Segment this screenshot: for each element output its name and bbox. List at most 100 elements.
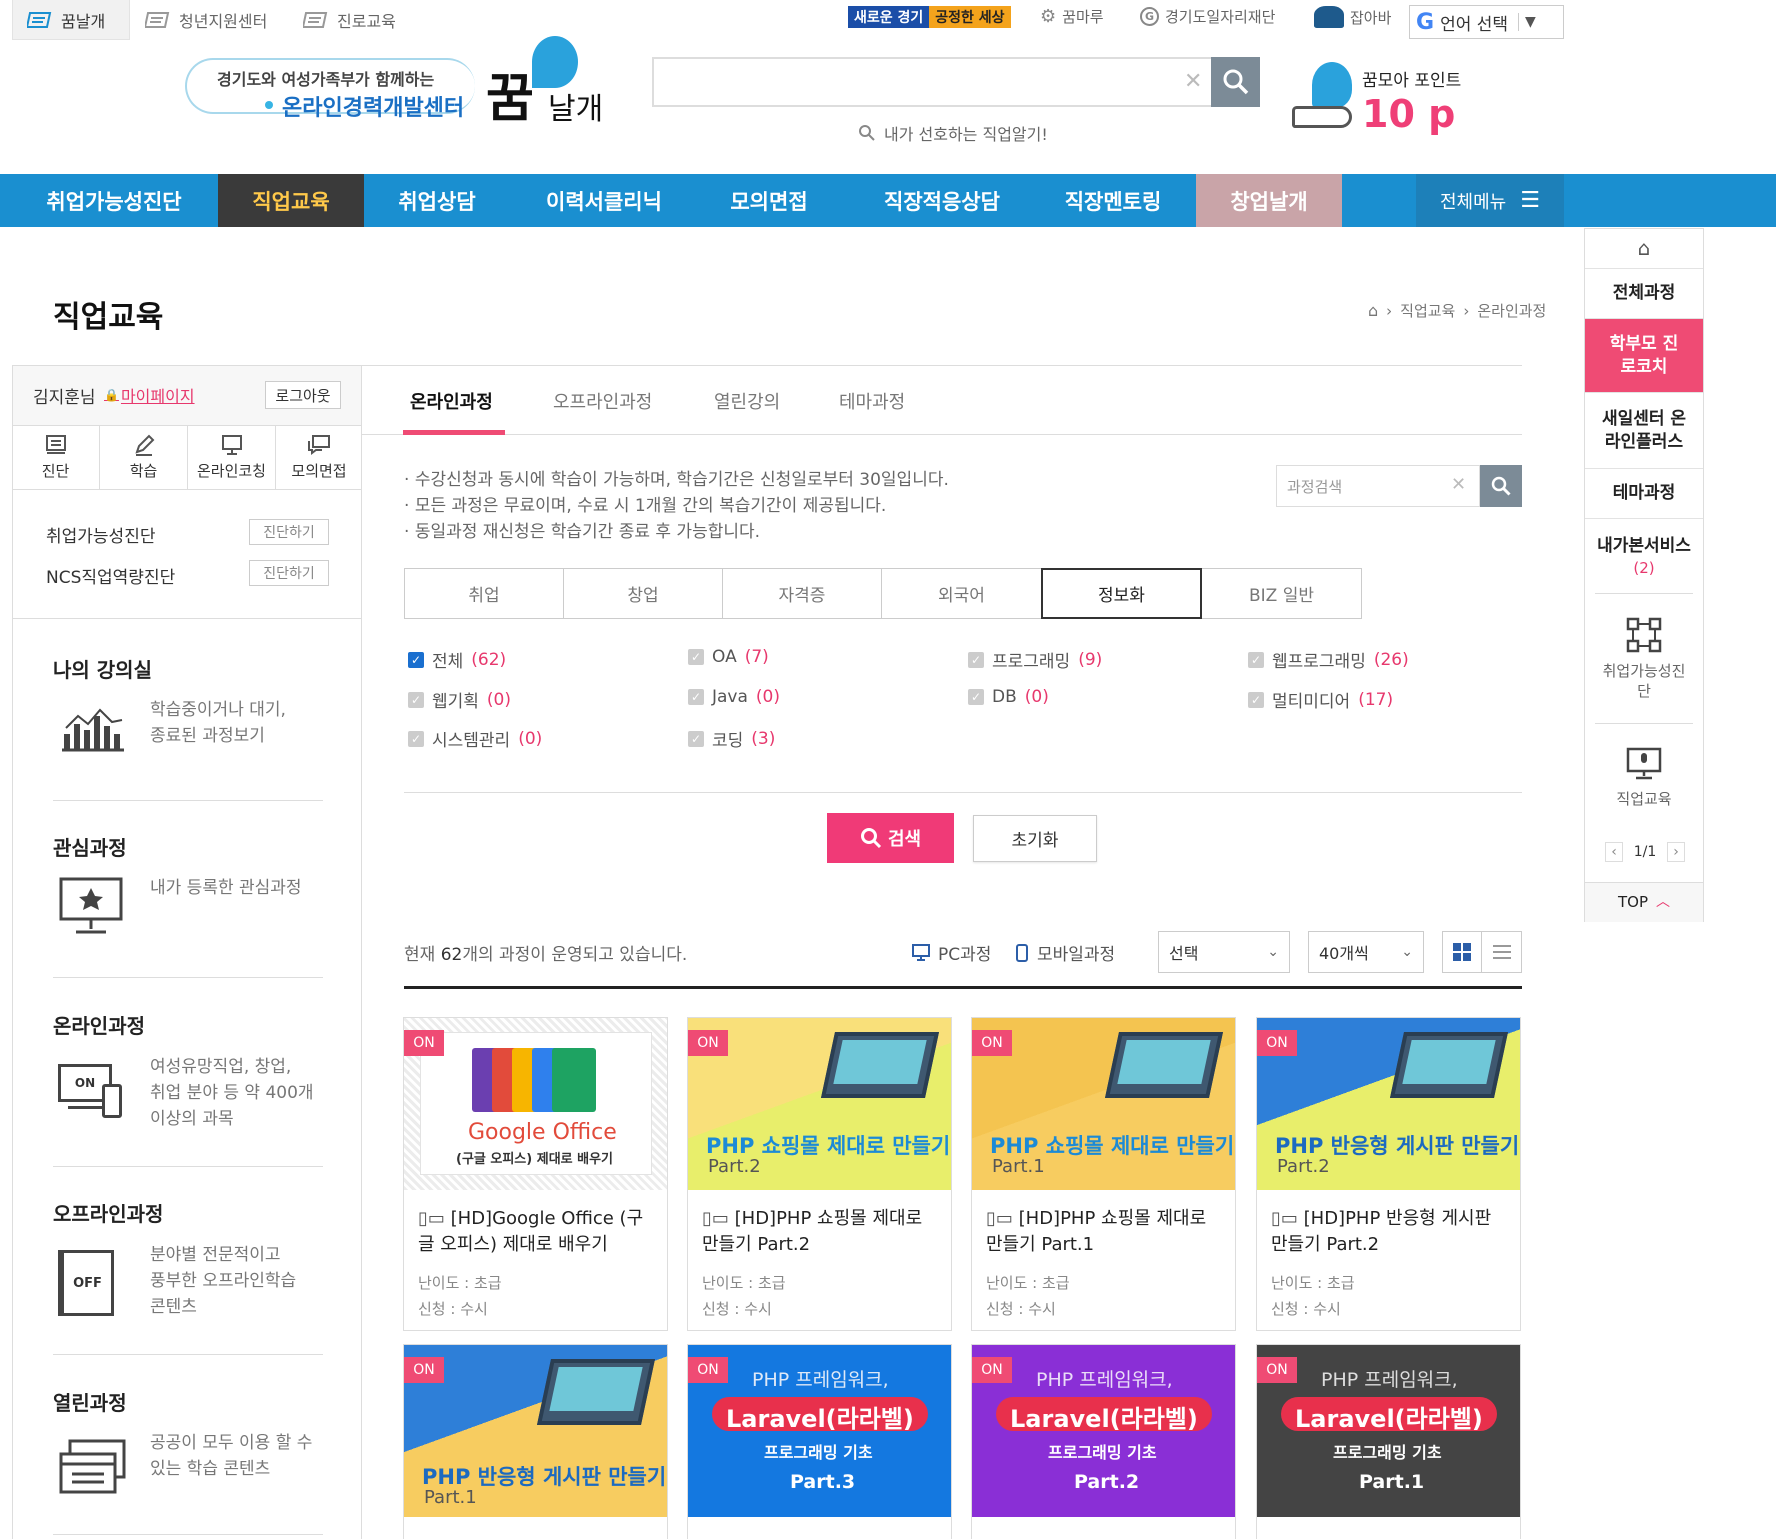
site-logo[interactable]: 꿈 날개	[486, 36, 610, 132]
diagnose-button[interactable]: 진단하기	[249, 560, 329, 586]
link-jobaba[interactable]: 잡아바	[1314, 6, 1391, 28]
tab-offline[interactable]: 오프라인과정	[553, 388, 652, 414]
quick-item-all-courses[interactable]: 전체과정	[1585, 269, 1703, 319]
sidebar-tab-coaching[interactable]: 온라인코칭	[188, 426, 276, 490]
quick-item-saeil-plus[interactable]: 새일센터 온라인플러스	[1585, 393, 1703, 469]
quick-item-parent-coach[interactable]: 학부모 진로코치	[1585, 319, 1703, 393]
menu-title-open[interactable]: 열린과정	[53, 1387, 127, 1416]
gnb-item-resume[interactable]: 이력서클리닉	[520, 174, 688, 227]
top-tab-kkumnalgae[interactable]: 꿈날개	[12, 0, 130, 40]
diagnose-button[interactable]: 진단하기	[249, 519, 329, 545]
sidebar-tab-study[interactable]: 학습	[100, 426, 188, 490]
per-page-select[interactable]: 40개씩 ⌄	[1308, 931, 1424, 973]
course-card[interactable]: PHP 프레임워크, Laravel(라라벨) 프로그래밍 기초 Part.2 …	[971, 1344, 1236, 1539]
thumb-subtitle: 프로그래밍 기초	[1333, 1443, 1442, 1462]
online-badge: ON	[972, 1030, 1012, 1056]
tab-online[interactable]: 온라인과정	[410, 388, 493, 414]
link-kkummaru[interactable]: ⚙ 꿈마루	[1040, 6, 1104, 27]
course-card[interactable]: PHP 반응형 게시판 만들기 Part.1 ON	[403, 1344, 668, 1539]
count-number: 62	[440, 945, 463, 965]
recent-item-education[interactable]: 직업교육	[1585, 733, 1703, 823]
course-card[interactable]: PHP 프레임워크, Laravel(라라벨) 프로그래밍 기초 Part.3 …	[687, 1344, 952, 1539]
category-language[interactable]: 외국어	[881, 568, 1042, 619]
filter-checkbox[interactable]: ✓ 멀티미디어 (17)	[1248, 687, 1393, 712]
mypage-link[interactable]: 🔒 마이페이지	[104, 383, 195, 407]
quick-item-theme[interactable]: 테마과정	[1585, 469, 1703, 519]
tab-theme[interactable]: 테마과정	[839, 388, 905, 414]
clear-icon[interactable]: ✕	[1451, 474, 1466, 495]
top-tab-career[interactable]: 진로교육	[303, 0, 396, 40]
home-icon[interactable]: ⌂	[1368, 301, 1378, 320]
menu-title-interest[interactable]: 관심과정	[53, 832, 127, 861]
sidebar-tab-diagnosis[interactable]: 진단	[12, 426, 100, 490]
book-icon	[145, 12, 170, 28]
grid-view-button[interactable]	[1443, 932, 1483, 972]
category-employment[interactable]: 취업	[404, 568, 564, 619]
quick-home-button[interactable]: ⌂	[1585, 229, 1703, 269]
tab-open-lecture[interactable]: 열린강의	[714, 388, 780, 414]
recent-item-diagnosis[interactable]: 취업가능성진단	[1585, 603, 1703, 715]
filter-checkbox[interactable]: ✓ 시스템관리 (0)	[408, 726, 542, 751]
select-value: 선택	[1169, 944, 1199, 963]
filter-checkbox[interactable]: ✓ 웹기획 (0)	[408, 687, 511, 712]
gnb-item-education[interactable]: 직업교육	[218, 174, 364, 227]
menu-title-classroom[interactable]: 나의 강의실	[53, 654, 152, 683]
course-card[interactable]: PHP 반응형 게시판 만들기 Part.2 ON ▯▭ [HD]PHP 반응형…	[1256, 1017, 1521, 1331]
course-title[interactable]: ▯▭ [HD]PHP 쇼핑몰 제대로 만들기 Part.1	[986, 1206, 1226, 1258]
sort-select[interactable]: 선택 ⌄	[1158, 931, 1290, 973]
gnb-item-diagnosis[interactable]: 취업가능성진단	[18, 174, 210, 227]
course-card[interactable]: PHP 쇼핑몰 제대로 만들기 Part.2 ON ▯▭ [HD]PHP 쇼핑몰…	[687, 1017, 952, 1331]
sidebar-tab-interview[interactable]: 모의면접	[276, 426, 362, 490]
category-it[interactable]: 정보화	[1041, 568, 1202, 619]
category-biz[interactable]: BIZ 일반	[1201, 568, 1362, 619]
course-title[interactable]: ▯▭ [HD]PHP 쇼핑몰 제대로 만들기 Part.2	[702, 1206, 942, 1258]
link-gjf[interactable]: G 경기도일자리재단	[1140, 6, 1275, 27]
book-icon	[303, 12, 328, 28]
next-icon[interactable]: ›	[1667, 842, 1685, 862]
category-startup[interactable]: 창업	[563, 568, 723, 619]
breadcrumb-item[interactable]: 온라인과정	[1477, 300, 1546, 321]
menu-title-online[interactable]: 온라인과정	[53, 1010, 145, 1039]
search-hint-link[interactable]: 내가 선호하는 직업알기!	[858, 121, 1048, 145]
filter-checkbox[interactable]: ✓ DB (0)	[968, 687, 1049, 707]
filter-checkbox[interactable]: ✓ 코딩 (3)	[688, 726, 775, 751]
search-button[interactable]: 검색	[827, 813, 954, 863]
course-title[interactable]: ▯▭ [HD]PHP 반응형 게시판 만들기 Part.2	[1271, 1206, 1511, 1258]
list-view-button[interactable]	[1482, 932, 1521, 972]
filter-label: 웹기획	[432, 692, 479, 712]
filter-checkbox[interactable]: ✓ Java (0)	[688, 687, 780, 707]
course-card[interactable]: Google Office (구글 오피스) 제대로 배우기 ON ▯▭ [HD…	[403, 1017, 668, 1331]
course-card[interactable]: PHP 쇼핑몰 제대로 만들기 Part.1 ON ▯▭ [HD]PHP 쇼핑몰…	[971, 1017, 1236, 1331]
list-icon	[1492, 945, 1511, 959]
gnb-item-adapt[interactable]: 직장적응상담	[856, 174, 1028, 227]
thumb-title: Laravel(라라벨)	[1010, 1405, 1198, 1433]
checkbox-icon: ✓	[1248, 651, 1264, 668]
top-tab-youth[interactable]: 청년지원센터	[145, 0, 267, 40]
filter-checkbox[interactable]: ✓ 웹프로그래밍 (26)	[1248, 647, 1409, 672]
filter-checkbox[interactable]: ✓ 프로그래밍 (9)	[968, 647, 1102, 672]
course-search-input[interactable]: 과정검색 ✕	[1276, 465, 1480, 507]
notice-line: · 모든 과정은 무료이며, 수료 시 1개월 간의 복습기간이 제공됩니다.	[404, 496, 887, 516]
filter-checkbox[interactable]: ✓ 전체 (62)	[408, 647, 506, 672]
gnb-item-counsel[interactable]: 취업상담	[364, 174, 510, 227]
gnb-item-mentoring[interactable]: 직장멘토링	[1040, 174, 1186, 227]
gnb-all-menu[interactable]: 전체메뉴 ☰	[1416, 174, 1564, 227]
course-search-button[interactable]	[1480, 465, 1522, 507]
scroll-top-button[interactable]: TOP ︿	[1585, 882, 1703, 922]
reset-button[interactable]: 초기화	[973, 815, 1097, 862]
main-search-button[interactable]	[1211, 57, 1260, 107]
language-select[interactable]: G 언어 선택 ▼	[1409, 5, 1564, 39]
breadcrumb-item[interactable]: 직업교육	[1400, 300, 1455, 321]
gnb-item-startup[interactable]: 창업날개	[1196, 174, 1342, 227]
gnb-item-interview[interactable]: 모의면접	[696, 174, 842, 227]
clear-icon[interactable]: ✕	[1184, 69, 1202, 94]
menu-title-offline[interactable]: 오프라인과정	[53, 1198, 163, 1227]
prev-icon[interactable]: ‹	[1605, 842, 1623, 862]
course-card[interactable]: PHP 프레임워크, Laravel(라라벨) 프로그래밍 기초 Part.1 …	[1256, 1344, 1521, 1539]
course-title[interactable]: ▯▭ [HD]Google Office (구글 오피스) 제대로 배우기	[418, 1206, 658, 1258]
category-certificate[interactable]: 자격증	[722, 568, 882, 619]
filter-checkbox[interactable]: ✓ OA (7)	[688, 647, 769, 667]
logout-button[interactable]: 로그아웃	[265, 381, 341, 409]
main-search-input[interactable]: ✕	[652, 57, 1260, 107]
gyeonggi-slogan-badge[interactable]: 새로운 경기 공정한 세상	[848, 6, 1011, 28]
